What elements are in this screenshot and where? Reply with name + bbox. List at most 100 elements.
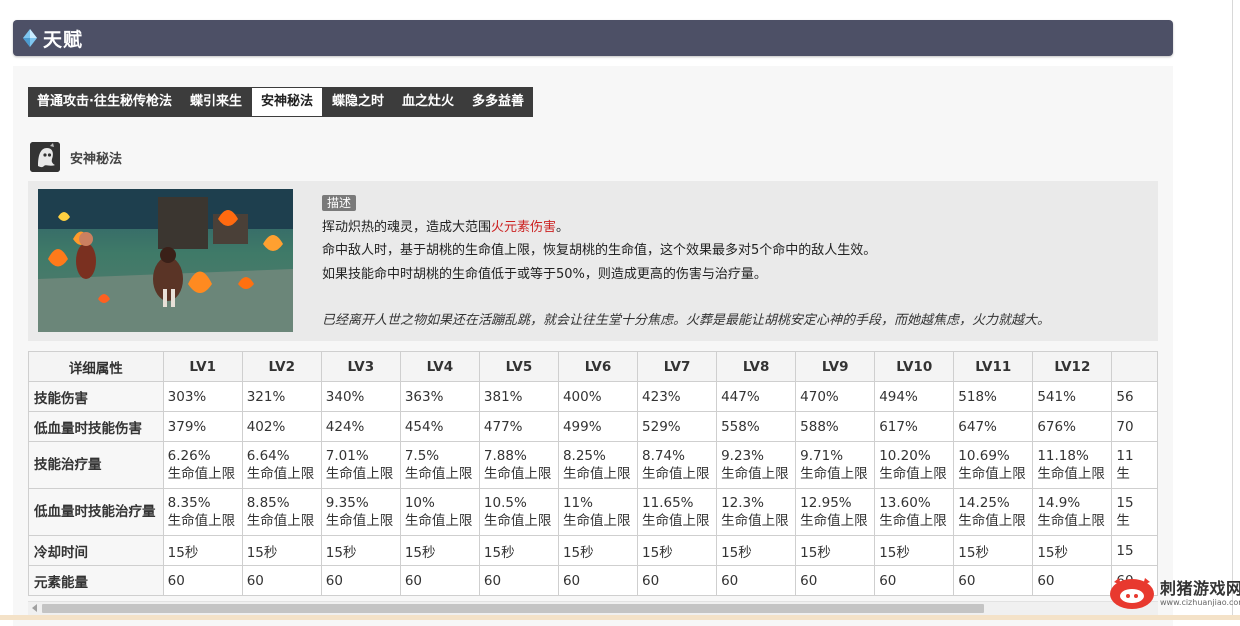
scroll-left-icon[interactable]	[32, 604, 37, 612]
table-cell: 15秒	[795, 535, 876, 566]
table-cell: 12.95% 生命值上限	[795, 488, 876, 536]
cell-value: 70	[1116, 418, 1134, 435]
table-cell: 541%	[1032, 381, 1113, 412]
cell-value: 14.25%	[958, 495, 1010, 511]
table-cell: 6.26% 生命值上限	[162, 441, 243, 489]
cell-value: 9.35%	[325, 495, 369, 511]
cell-value: 8.74%	[642, 448, 685, 464]
cell-value: 7.01%	[325, 448, 369, 464]
diamond-icon	[23, 29, 37, 47]
table-cell: 11% 生命值上限	[557, 488, 639, 536]
table-cell: 8.35% 生命值上限	[162, 488, 243, 536]
table-cell: 7.01% 生命值上限	[320, 441, 401, 489]
cell-unit: 生命值上限	[800, 513, 868, 529]
cell-unit: 生命值上限	[958, 513, 1026, 529]
table-cell: 447%	[716, 381, 797, 412]
cell-value: 12.3%	[721, 495, 764, 511]
table-cell: 56	[1111, 381, 1158, 412]
table-cell: 14.9% 生命值上限	[1032, 488, 1113, 536]
cell-value: 15	[1116, 542, 1134, 559]
cell-unit: 生命值上限	[958, 466, 1026, 482]
table-cell: 8.74% 生命值上限	[637, 441, 718, 489]
cell-unit: 生命值上限	[642, 466, 710, 482]
pig-logo-icon	[1108, 577, 1156, 611]
cell-value: 15秒	[1037, 544, 1069, 561]
table-cell: 11.18% 生命值上限	[1032, 441, 1113, 489]
level-column-header: LV11	[953, 351, 1034, 382]
cell-unit: 生命值上限	[800, 466, 868, 482]
table-cell: 381%	[478, 381, 559, 412]
tab-skill-5[interactable]: 多多益善	[463, 87, 533, 117]
tab-skill-4[interactable]: 血之灶火	[393, 87, 463, 117]
cell-value: 363%	[404, 388, 444, 405]
cell-value: 10.5%	[483, 495, 527, 511]
table-cell: 363%	[399, 381, 480, 412]
table-cell: 15	[1111, 535, 1158, 566]
watermark-url: www.cizhuanjiao.com	[1160, 598, 1240, 607]
cell-value: 15秒	[721, 544, 752, 561]
cell-value: 60	[404, 572, 423, 589]
table-cell: 15秒	[162, 535, 243, 566]
cell-value: 541%	[1037, 388, 1076, 405]
table-cell: 10.20% 生命值上限	[874, 441, 955, 489]
cell-value: 10.69%	[958, 448, 1010, 464]
table-cell: 499%	[557, 411, 639, 442]
table-cell: 60	[637, 565, 718, 596]
cell-value: 588%	[800, 418, 839, 435]
table-cell: 518%	[953, 381, 1034, 412]
table-cell: 15秒	[637, 535, 718, 566]
table-cell: 8.25% 生命值上限	[557, 441, 639, 489]
cell-value: 9.71%	[800, 448, 844, 464]
table-cell: 9.23% 生命值上限	[716, 441, 797, 489]
tab-skill-2[interactable]: 安神秘法	[250, 87, 323, 117]
cell-value: 60	[642, 572, 660, 589]
cell-value: 15秒	[958, 544, 989, 561]
cell-value: 303%	[167, 388, 207, 405]
cell-value: 7.5%	[404, 448, 440, 464]
level-column-header: LV1	[162, 351, 243, 382]
skill-description: 描述 挥动炽热的魂灵，造成大范围火元素伤害。 命中敌人时，基于胡桃的生命值上限，…	[322, 192, 1142, 333]
table-horizontal-scrollbar[interactable]	[28, 601, 1158, 615]
cell-value: 60	[1037, 572, 1055, 589]
tab-skill-1[interactable]: 蝶引来生	[181, 87, 251, 117]
cell-value: 15秒	[167, 544, 199, 561]
table-cell: 402%	[241, 411, 322, 442]
cell-unit: 生命值上限	[1037, 513, 1105, 529]
cell-value: 60	[246, 572, 264, 589]
description-line-1: 挥动炽热的魂灵，造成大范围火元素伤害。	[322, 219, 570, 235]
table-cell: 7.5% 生命值上限	[399, 441, 480, 489]
tab-normal-attack[interactable]: 普通攻击·往生秘传枪法	[28, 87, 181, 117]
row-label: 技能治疗量	[28, 441, 164, 489]
cell-unit: 生命值上限	[483, 466, 552, 482]
cell-unit: 生命值上限	[879, 513, 947, 529]
table-cell: 9.71% 生命值上限	[795, 441, 876, 489]
cell-value: 400%	[562, 388, 602, 405]
table-header-row: 详细属性 LV1 LV2 LV3 LV4 LV5 LV6 LV7 LV8 LV9 LV10 LV11 L…	[28, 351, 1158, 382]
cell-value: 10%	[404, 495, 435, 511]
scrollbar-thumb[interactable]	[42, 604, 984, 613]
table-row: 元素能量60606060606060606060606060	[28, 565, 1158, 596]
table-cell: 617%	[874, 411, 955, 442]
cell-unit: 生命值上限	[1037, 466, 1105, 482]
cell-value: 402%	[246, 418, 286, 435]
cell-value: 12.95%	[800, 495, 852, 511]
level-column-header: LV10	[874, 351, 955, 382]
cell-value: 9.23%	[721, 448, 764, 464]
attribute-column-header: 详细属性	[28, 351, 164, 382]
table-cell: 15秒	[874, 535, 955, 566]
tab-skill-3[interactable]: 蝶隐之时	[323, 87, 393, 117]
row-label: 技能伤害	[28, 381, 164, 412]
cell-value: 647%	[958, 418, 997, 435]
table-cell: 400%	[557, 381, 639, 412]
cell-value: 8.25%	[562, 448, 606, 464]
cell-unit: 生命值上限	[721, 466, 789, 482]
cell-unit: 生命值上限	[246, 466, 315, 482]
table-cell: 12.3% 生命值上限	[716, 488, 797, 536]
cell-unit: 生命值上限	[483, 513, 552, 529]
cell-value: 60	[879, 572, 897, 589]
table-cell: 8.85% 生命值上限	[241, 488, 322, 536]
level-column-header: LV9	[795, 351, 876, 382]
table-cell: 60	[557, 565, 639, 596]
cell-value: 447%	[721, 388, 760, 405]
cell-value: 381%	[483, 388, 523, 405]
